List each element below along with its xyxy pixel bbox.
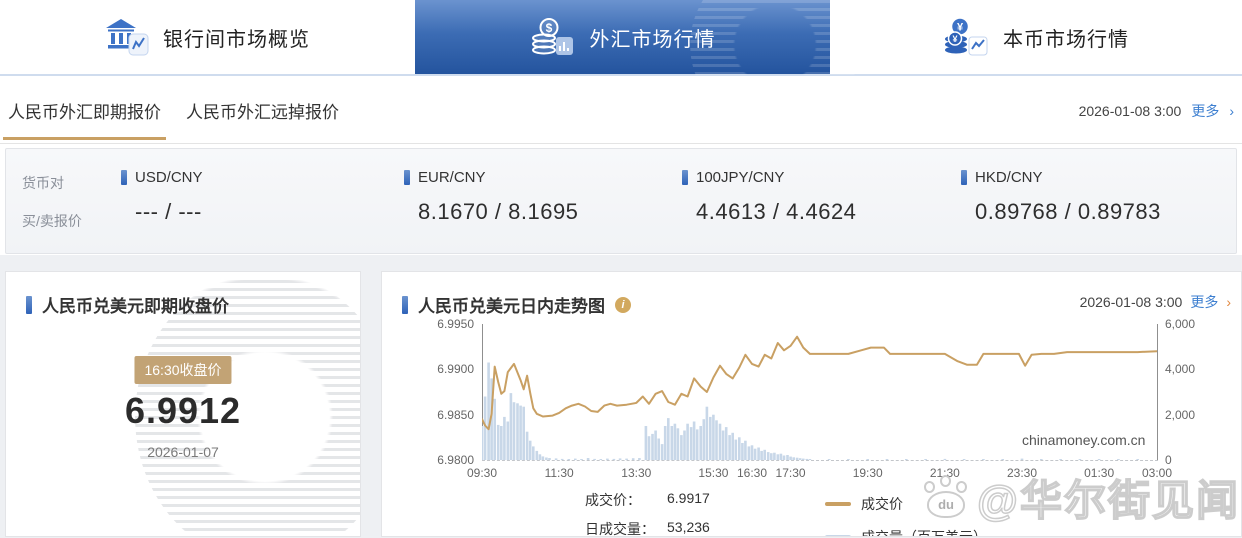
y-left-tick: 6.9950 xyxy=(437,317,474,331)
nav-tab-label: 银行间市场概览 xyxy=(163,28,310,51)
x-axis-tick: 17:30 xyxy=(775,466,806,480)
x-axis-tick: 11:30 xyxy=(544,466,574,480)
title-marker xyxy=(26,295,32,314)
intraday-chart-card: 人民币兑美元日内走势图 i 2026-01-08 3:00 更多 › 6.995… xyxy=(381,271,1242,537)
y-right-tick: 6,000 xyxy=(1165,317,1196,331)
bid-ask-quote: --- / --- xyxy=(135,199,202,224)
quote-timestamp: 2026-01-08 3:00 xyxy=(1078,102,1182,119)
y-right-tick: 2,000 xyxy=(1165,407,1196,422)
legend-row: 成交价 xyxy=(825,494,987,514)
legend-swatch xyxy=(825,502,851,506)
bid-ask-quote: 4.4613 / 4.4624 xyxy=(696,199,857,224)
y-left-tick: 6.9900 xyxy=(437,362,474,377)
chevron-right-icon[interactable]: › xyxy=(1229,103,1234,119)
fx-spot-quote-band: 货币对 买/卖报价 USD/CNY --- / --- EUR/CNY 8.1670 … xyxy=(5,148,1237,254)
top-navigation: 银行间市场概览 $ 外汇市场行情 ¥ ¥ 本币市场行情 xyxy=(0,0,1242,130)
x-axis-tick: 09:30 xyxy=(466,466,498,480)
more-link[interactable]: 更多 xyxy=(1191,101,1219,121)
y-right-tick: 0 xyxy=(1165,453,1172,467)
subtab-label: 人民币外汇即期报价 xyxy=(8,103,161,122)
pair-marker xyxy=(682,170,688,185)
subtab-rmb-fx-forward-swap-quotes[interactable]: 人民币外汇远掉报价 xyxy=(186,78,339,143)
nav-tab-local-currency-market[interactable]: ¥ ¥ 本币市场行情 xyxy=(830,0,1242,74)
y-left-tick: 6.9800 xyxy=(437,453,474,467)
subtab-label: 人民币外汇远掉报价 xyxy=(186,103,339,122)
closing-price-value: 6.9912 xyxy=(124,390,242,431)
stat-label: 成交价： xyxy=(585,492,641,508)
legend-swatch xyxy=(825,535,851,536)
x-axis-tick: 23:30 xyxy=(1006,466,1038,480)
bid-ask-quote: 8.1670 / 8.1695 xyxy=(418,199,579,224)
intraday-chart-title: 人民币兑美元日内走势图 xyxy=(418,297,605,316)
yuan-coins-icon: ¥ ¥ xyxy=(943,17,989,57)
closing-price-date: 2026-01-07 xyxy=(147,444,219,460)
chinamoney-fx-market-page: 银行间市场概览 $ 外汇市场行情 ¥ ¥ 本币市场行情 人民币外汇即期报价 人民… xyxy=(0,0,1242,538)
bid-ask-row-label: 买/卖报价 xyxy=(22,213,82,229)
stat-label: 日成交量： xyxy=(585,521,655,537)
pair-name: EUR/CNY xyxy=(418,169,486,186)
x-axis-tick: 21:30 xyxy=(929,466,960,480)
svg-text:¥: ¥ xyxy=(957,22,964,34)
sub-navigation: 人民币外汇即期报价 人民币外汇远掉报价 2026-01-08 3:00 更多 › xyxy=(0,78,1242,144)
pair-marker xyxy=(404,170,410,185)
dollar-coins-icon: $ xyxy=(530,17,576,57)
pair-name: USD/CNY xyxy=(135,169,203,186)
y-left-tick: 6.9850 xyxy=(437,407,474,422)
currency-pair-row-label: 货币对 xyxy=(22,175,64,191)
chart-stats: 成交价： 6.9917 日成交量： 53,236 xyxy=(585,490,710,537)
chart-legend: 成交价成交量（百万美元） xyxy=(825,494,987,537)
x-axis-tick: 03:00 xyxy=(1141,466,1173,480)
pair-marker xyxy=(121,170,127,185)
stat-row: 成交价： 6.9917 xyxy=(585,490,710,510)
chart-right-axis xyxy=(1157,324,1158,460)
x-axis-tick: 01:30 xyxy=(1084,466,1115,480)
bank-icon xyxy=(105,17,149,57)
stat-row: 日成交量： 53,236 xyxy=(585,519,710,537)
pair-name: HKD/CNY xyxy=(975,169,1043,186)
x-axis-tick: 16:30 xyxy=(736,466,768,480)
closing-price-title: 人民币兑美元即期收盘价 xyxy=(42,297,229,316)
chart-more-link[interactable]: 更多 xyxy=(1190,292,1218,312)
x-axis-tick: 15:30 xyxy=(698,466,729,480)
info-icon[interactable]: i xyxy=(615,296,631,313)
bid-ask-quote: 0.89768 / 0.89783 xyxy=(975,199,1161,224)
nav-tab-fx-market[interactable]: $ 外汇市场行情 xyxy=(415,0,860,130)
svg-text:¥: ¥ xyxy=(952,34,957,44)
chevron-right-icon[interactable]: › xyxy=(1226,294,1231,310)
nav-tab-label: 本币市场行情 xyxy=(1003,28,1129,51)
chart-timestamp: 2026-01-08 3:00 xyxy=(1079,294,1183,310)
chinamoney-watermark: chinamoney.com.cn xyxy=(1022,432,1146,448)
spot-closing-price-card: 人民币兑美元即期收盘价 16:30收盘价 6.9912 2026-01-07 xyxy=(5,271,361,537)
nav-tab-label: 外汇市场行情 xyxy=(589,28,716,51)
legend-row: 成交量（百万美元） xyxy=(825,527,987,537)
y-right-tick: 4,000 xyxy=(1165,362,1196,377)
x-axis-tick: 19:30 xyxy=(852,466,883,480)
x-axis-tick: 13:30 xyxy=(621,466,652,480)
legend-label: 成交量（百万美元） xyxy=(861,529,987,537)
closing-time-badge: 16:30收盘价 xyxy=(134,356,232,384)
stat-value: 53,236 xyxy=(667,519,710,535)
pair-marker xyxy=(961,170,967,185)
svg-text:$: $ xyxy=(545,21,552,35)
subtab-rmb-fx-spot-quotes[interactable]: 人民币外汇即期报价 xyxy=(3,78,166,143)
stat-value: 6.9917 xyxy=(667,490,710,506)
title-marker xyxy=(402,295,408,314)
legend-label: 成交价 xyxy=(861,496,903,512)
pair-name: 100JPY/CNY xyxy=(696,169,785,186)
chart-bottom-axis xyxy=(482,460,1158,461)
nav-tab-interbank-overview[interactable]: 银行间市场概览 xyxy=(0,0,415,74)
